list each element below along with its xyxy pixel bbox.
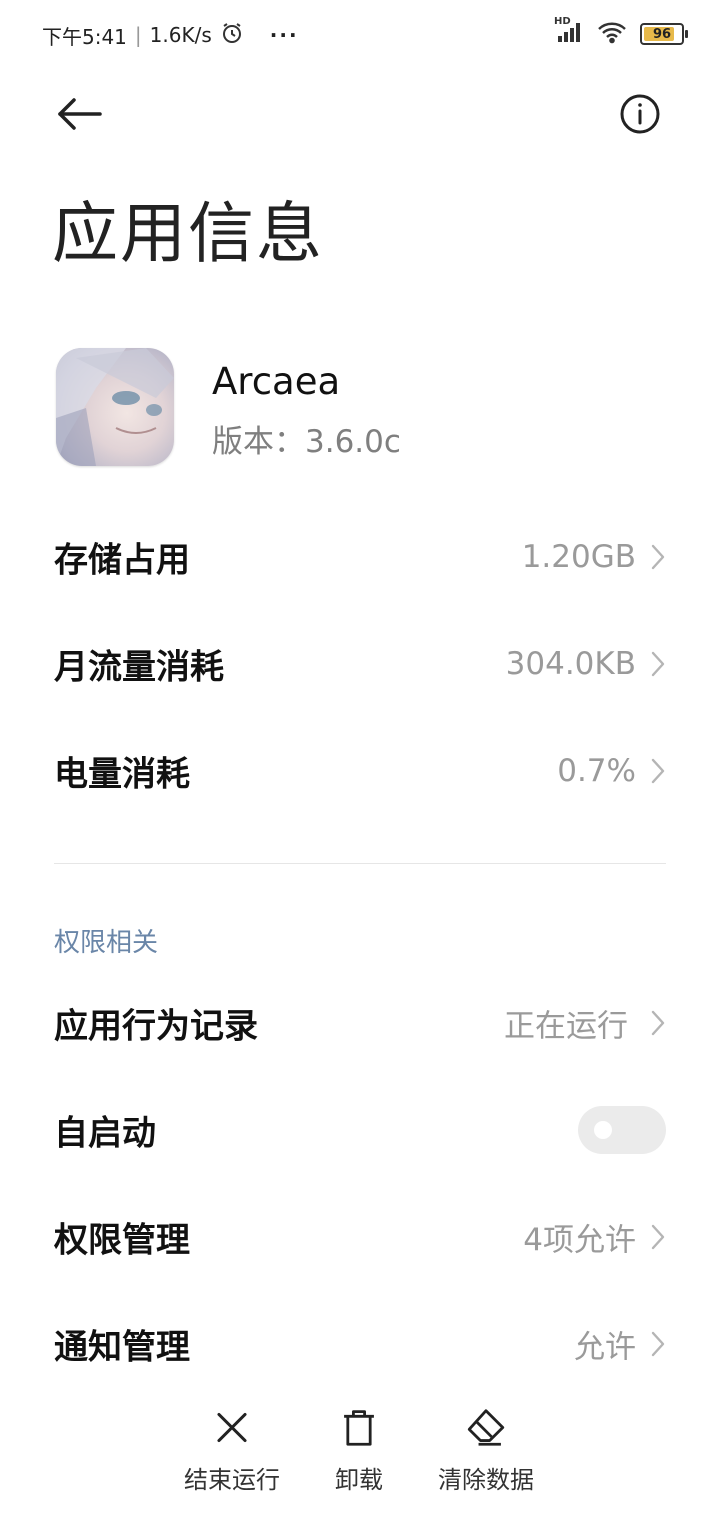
battery-usage-row[interactable]: 电量消耗 0.7% [0, 731, 720, 811]
uninstall-label: 卸载 [335, 1466, 383, 1494]
trash-icon [344, 1410, 374, 1446]
chevron-right-icon [651, 758, 665, 784]
notification-manage-value: 允许 [574, 1329, 636, 1366]
chevron-right-icon [651, 651, 665, 677]
chevron-right-icon [651, 1224, 665, 1250]
clear-data-label: 清除数据 [438, 1466, 534, 1494]
battery-usage-label: 电量消耗 [54, 754, 190, 795]
status-right: HD 96 [554, 16, 688, 50]
permission-manage-value: 4项允许 [523, 1222, 636, 1259]
status-more: ··· [269, 23, 299, 47]
status-left: 下午5:41 | 1.6K/s ··· [42, 20, 299, 50]
chevron-right-icon [651, 544, 665, 570]
status-speed: 1.6K/s [149, 23, 212, 47]
traffic-row[interactable]: 月流量消耗 304.0KB [0, 624, 720, 704]
clear-data-button[interactable]: 清除数据 [426, 1395, 546, 1495]
bottom-action-bar: 结束运行 卸载 清除数据 [0, 1395, 720, 1505]
autostart-toggle[interactable] [578, 1106, 666, 1154]
storage-value: 1.20GB [521, 539, 636, 575]
permission-manage-label: 权限管理 [54, 1220, 190, 1261]
signal-icon: HD [554, 16, 584, 48]
eraser-icon [467, 1409, 505, 1446]
chevron-right-icon [651, 1331, 665, 1357]
battery-usage-value: 0.7% [557, 753, 636, 789]
notification-manage-label: 通知管理 [54, 1327, 190, 1368]
page-title: 应用信息 [52, 195, 324, 272]
back-button[interactable] [56, 92, 104, 136]
force-stop-button[interactable]: 结束运行 [172, 1395, 292, 1495]
app-version: 版本：3.6.0c [212, 424, 401, 460]
behavior-record-value: 正在运行 [504, 1008, 628, 1045]
behavior-record-label: 应用行为记录 [54, 1006, 258, 1047]
permission-manage-row[interactable]: 权限管理 4项允许 [0, 1197, 720, 1277]
battery-icon: 96 [640, 23, 688, 45]
status-time: 下午5:41 [42, 24, 127, 49]
uninstall-button[interactable]: 卸载 [299, 1395, 419, 1495]
storage-label: 存储占用 [54, 540, 190, 581]
autostart-row: 自启动 [0, 1090, 720, 1170]
arrow-left-icon [58, 98, 102, 130]
force-stop-label: 结束运行 [184, 1466, 280, 1494]
section-label-permissions: 权限相关 [54, 928, 159, 958]
chevron-right-icon [651, 1010, 665, 1036]
traffic-value: 304.0KB [505, 646, 636, 682]
close-icon [217, 1412, 247, 1443]
hd-label: HD [554, 16, 571, 27]
alarm-icon [220, 21, 244, 50]
wifi-icon [596, 20, 628, 48]
info-icon [620, 94, 660, 134]
behavior-record-row[interactable]: 应用行为记录 正在运行 [0, 983, 720, 1063]
status-separator: | [134, 23, 142, 47]
toggle-knob [594, 1121, 612, 1139]
status-bar: 下午5:41 | 1.6K/s ··· HD 96 [0, 0, 720, 70]
battery-level: 96 [652, 26, 672, 42]
section-divider [54, 863, 666, 864]
info-button[interactable] [618, 92, 662, 136]
autostart-label: 自启动 [54, 1113, 156, 1154]
notification-manage-row[interactable]: 通知管理 允许 [0, 1304, 720, 1384]
app-name: Arcaea [212, 360, 341, 403]
traffic-label: 月流量消耗 [54, 647, 224, 688]
app-icon [56, 348, 174, 466]
storage-row[interactable]: 存储占用 1.20GB [0, 517, 720, 597]
